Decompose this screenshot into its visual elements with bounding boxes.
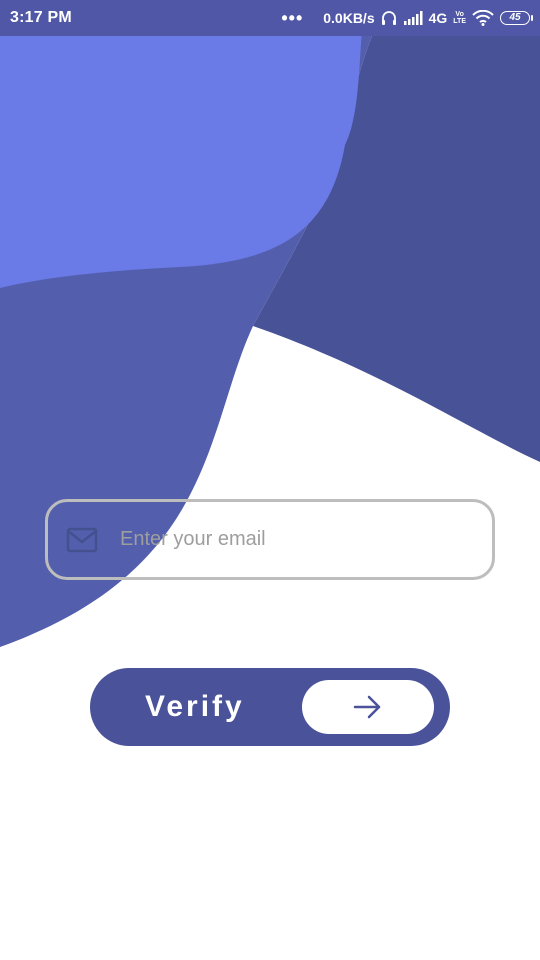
email-input[interactable] — [118, 527, 462, 552]
status-time: 3:17 PM — [10, 9, 72, 26]
background-wave-art — [0, 0, 540, 647]
battery-icon: 45 — [500, 11, 533, 25]
battery-level: 45 — [509, 12, 521, 23]
status-bar: 3:17 PM ••• 0.0KB/s 4G Vo LTE 45 — [0, 0, 540, 36]
arrow-right-icon — [353, 695, 381, 719]
network-type: 4G — [428, 10, 448, 26]
wifi-icon — [472, 10, 494, 26]
more-notifications-indicator: ••• — [281, 8, 304, 28]
volte-bottom-text: LTE — [453, 18, 466, 25]
mail-icon — [66, 527, 98, 552]
email-field[interactable] — [45, 499, 495, 580]
verify-button-label: Verify — [145, 690, 245, 723]
status-indicators: ••• 0.0KB/s 4G Vo LTE 45 — [281, 8, 533, 28]
verify-button[interactable]: Verify — [90, 668, 450, 746]
signal-icon — [403, 11, 423, 25]
verify-email-screen: 3:17 PM ••• 0.0KB/s 4G Vo LTE 45 Enter y… — [0, 0, 540, 960]
verify-arrow-button[interactable] — [302, 680, 434, 734]
volte-top-text: Vo — [455, 11, 464, 18]
headphones-icon — [381, 11, 396, 25]
network-speed: 0.0KB/s — [323, 10, 375, 26]
volte-indicator: Vo LTE — [453, 11, 466, 25]
